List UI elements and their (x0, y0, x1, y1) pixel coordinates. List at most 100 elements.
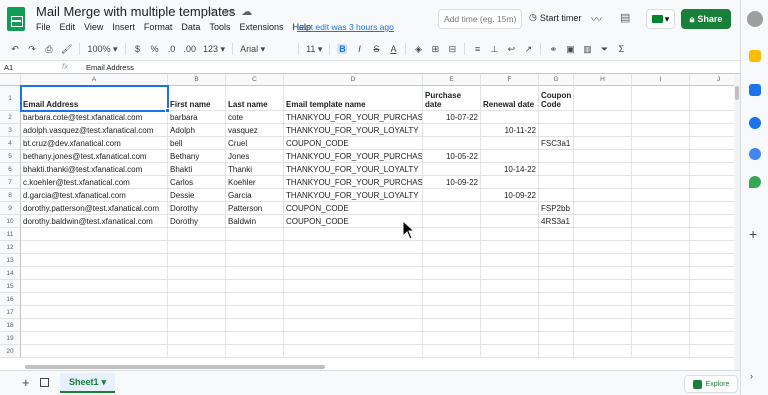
empty-cell[interactable] (574, 215, 632, 228)
table-cell[interactable]: bhakti.thanki@test.xfanatical.com (21, 163, 168, 176)
start-timer-button[interactable]: ◷ Start timer (529, 12, 581, 23)
empty-cell[interactable] (632, 345, 690, 358)
text-rotation-icon[interactable]: ↗ (523, 44, 533, 55)
column-header-g[interactable]: G (539, 74, 574, 86)
empty-cell[interactable] (168, 306, 226, 319)
empty-cell[interactable] (632, 176, 690, 189)
horizontal-scrollbar[interactable] (25, 365, 325, 369)
cloud-status-icon[interactable]: ☁ (241, 5, 252, 18)
empty-cell[interactable] (574, 202, 632, 215)
table-cell[interactable]: c.koehler@test.xfanatical.com (21, 176, 168, 189)
empty-cell[interactable] (632, 163, 690, 176)
italic-button[interactable]: I (354, 44, 364, 54)
table-cell[interactable] (423, 163, 481, 176)
empty-cell[interactable] (168, 332, 226, 345)
empty-cell[interactable] (690, 215, 734, 228)
empty-cell[interactable] (168, 345, 226, 358)
column-header-c[interactable]: C (226, 74, 284, 86)
table-cell[interactable] (481, 137, 539, 150)
table-cell[interactable] (539, 163, 574, 176)
table-cell[interactable]: Jones (226, 150, 284, 163)
print-icon[interactable]: ⎙ (44, 44, 54, 55)
empty-cell[interactable] (690, 150, 734, 163)
table-cell[interactable]: 4RS3a1 (539, 215, 574, 228)
header-cell[interactable]: Last name (226, 86, 284, 111)
text-wrap-icon[interactable]: ↩ (506, 44, 516, 55)
empty-cell[interactable] (632, 280, 690, 293)
table-cell[interactable]: FSP2bb (539, 202, 574, 215)
borders-icon[interactable]: ⊞ (430, 44, 440, 55)
table-cell[interactable]: Dessie (168, 189, 226, 202)
empty-cell[interactable] (226, 241, 284, 254)
decrease-decimal-button[interactable]: .0 (167, 44, 177, 54)
table-cell[interactable]: Patterson (226, 202, 284, 215)
table-cell[interactable]: 10-05-22 (423, 150, 481, 163)
table-cell[interactable] (423, 124, 481, 137)
empty-cell[interactable] (539, 267, 574, 280)
empty-cell[interactable] (481, 293, 539, 306)
table-cell[interactable]: 10-09-22 (481, 189, 539, 202)
row-header[interactable]: 11 (0, 228, 21, 241)
calendar-icon[interactable] (749, 84, 761, 96)
empty-cell[interactable] (690, 319, 734, 332)
tab-sheet1[interactable]: Sheet1 ▾ (60, 373, 115, 393)
empty-cell[interactable] (423, 345, 481, 358)
empty-cell[interactable] (539, 306, 574, 319)
empty-cell[interactable] (574, 241, 632, 254)
table-cell[interactable]: barbara (168, 111, 226, 124)
empty-cell[interactable] (574, 267, 632, 280)
table-cell[interactable]: COUPON_CODE (284, 202, 423, 215)
horizontal-align-icon[interactable]: ≡ (472, 44, 482, 54)
empty-cell[interactable] (574, 111, 632, 124)
table-cell[interactable] (423, 189, 481, 202)
empty-cell[interactable] (284, 306, 423, 319)
empty-cell[interactable] (21, 280, 168, 293)
table-cell[interactable]: Carlos (168, 176, 226, 189)
column-header-e[interactable]: E (423, 74, 481, 86)
menu-edit[interactable]: Edit (60, 22, 76, 32)
column-header-a[interactable]: A (21, 74, 168, 86)
table-cell[interactable]: Dorothy (168, 202, 226, 215)
empty-cell[interactable] (423, 254, 481, 267)
empty-cell[interactable] (632, 306, 690, 319)
empty-cell[interactable] (574, 189, 632, 202)
empty-cell[interactable] (632, 189, 690, 202)
column-header-h[interactable]: H (574, 74, 632, 86)
empty-cell[interactable] (539, 254, 574, 267)
empty-cell[interactable] (481, 228, 539, 241)
table-cell[interactable]: Dorothy (168, 215, 226, 228)
empty-cell[interactable] (168, 228, 226, 241)
table-cell[interactable]: 10-11-22 (481, 124, 539, 137)
column-header-i[interactable]: I (632, 74, 690, 86)
empty-cell[interactable] (539, 332, 574, 345)
number-format-select[interactable]: 123 ▾ (203, 44, 225, 55)
empty-cell[interactable] (481, 306, 539, 319)
redo-icon[interactable]: ↷ (27, 44, 37, 55)
table-cell[interactable]: adolph.vasquez@test.xfanatical.com (21, 124, 168, 137)
table-cell[interactable] (539, 189, 574, 202)
merge-cells-icon[interactable]: ⊟ (447, 44, 457, 55)
empty-cell[interactable] (539, 280, 574, 293)
keep-icon[interactable] (749, 50, 761, 62)
header-cell[interactable]: Coupon Code (539, 86, 574, 111)
empty-cell[interactable] (632, 293, 690, 306)
menu-insert[interactable]: Insert (112, 22, 135, 32)
header-cell[interactable]: Purchase date (423, 86, 481, 111)
empty-cell[interactable] (284, 241, 423, 254)
empty-cell[interactable] (168, 293, 226, 306)
percent-format-button[interactable]: % (150, 44, 160, 54)
empty-cell[interactable] (539, 293, 574, 306)
text-color-button[interactable]: A (388, 44, 398, 54)
empty-cell[interactable] (423, 267, 481, 280)
empty-cell[interactable] (574, 254, 632, 267)
share-button[interactable]: 🔒︎ Share (681, 9, 731, 29)
empty-cell[interactable] (574, 137, 632, 150)
table-cell[interactable]: Bhakti (168, 163, 226, 176)
header-cell[interactable]: Renewal date (481, 86, 539, 111)
empty-cell[interactable] (632, 319, 690, 332)
empty-cell[interactable] (690, 176, 734, 189)
name-box[interactable]: A1 (4, 63, 13, 72)
empty-cell[interactable] (632, 124, 690, 137)
select-all-corner[interactable] (0, 74, 21, 86)
row-header[interactable]: 12 (0, 241, 21, 254)
